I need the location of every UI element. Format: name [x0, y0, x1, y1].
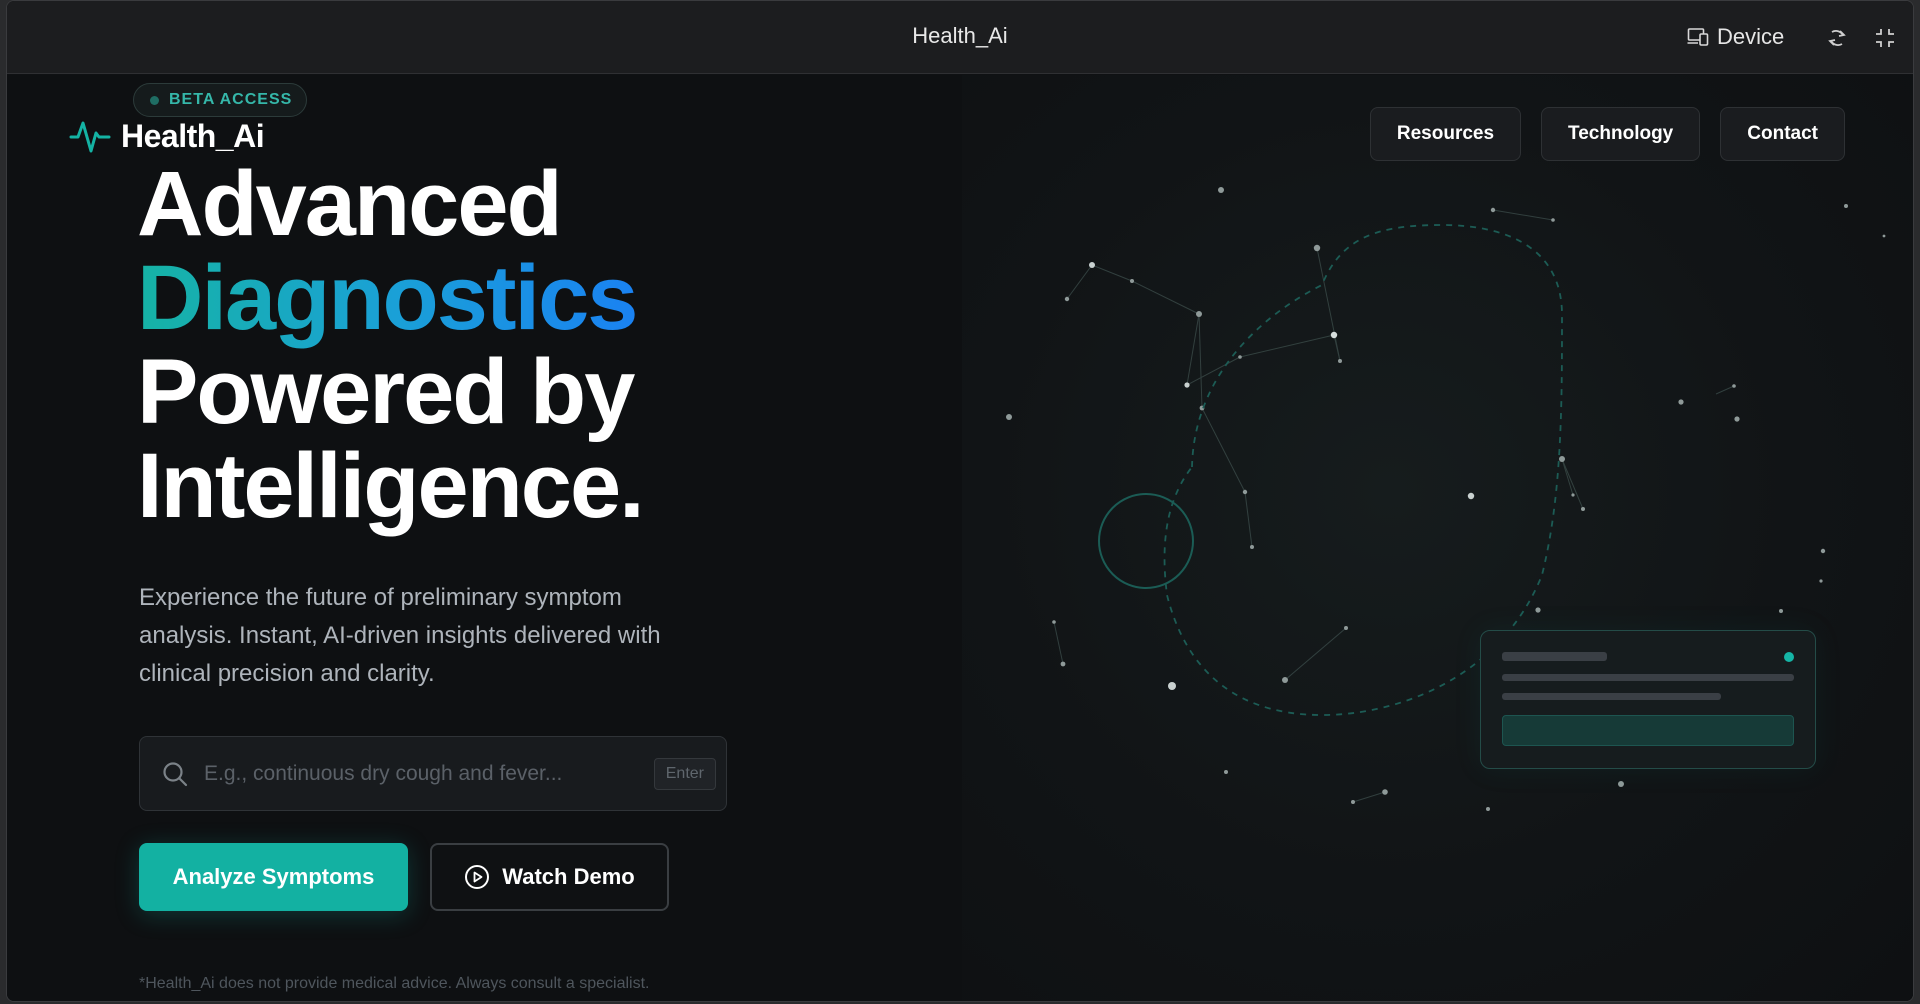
device-label: Device	[1717, 24, 1785, 49]
play-circle-icon	[465, 865, 490, 889]
card-action-bar	[1502, 715, 1794, 746]
exit-fullscreen-button[interactable]	[1870, 23, 1900, 53]
hero-headline: Advanced Diagnostics Powered by Intellig…	[137, 157, 937, 533]
headline-line-3: Powered by	[137, 341, 635, 443]
pulse-icon	[69, 121, 111, 153]
analysis-preview-card	[1480, 630, 1816, 769]
analyze-symptoms-button[interactable]: Analyze Symptoms	[139, 843, 408, 911]
medical-disclaimer: *Health_Ai does not provide medical advi…	[139, 975, 650, 992]
headline-highlight: Diagnostics	[137, 247, 638, 349]
browser-window: Health_Ai Device BETA ACCESS Health_Ai R…	[6, 0, 1914, 1002]
card-status-dot	[1784, 652, 1794, 662]
device-icon	[1687, 28, 1709, 46]
card-title-bar	[1502, 652, 1607, 661]
symptom-search-input[interactable]	[202, 760, 640, 787]
title-bar: Health_Ai Device	[7, 1, 1913, 74]
rotate-button[interactable]	[1822, 23, 1852, 53]
search-icon	[163, 761, 188, 786]
watch-demo-button[interactable]: Watch Demo	[430, 843, 669, 911]
neural-network-illustration	[1006, 187, 1886, 811]
card-line-2	[1502, 693, 1721, 700]
badge-dot	[150, 95, 159, 105]
enter-key-hint: Enter	[653, 757, 716, 790]
exit-fullscreen-icon	[1876, 29, 1894, 47]
headline-line-1: Advanced	[137, 153, 563, 255]
badge-label: BETA ACCESS	[169, 91, 293, 108]
watch-demo-label: Watch Demo	[502, 864, 635, 889]
card-line-1	[1502, 674, 1794, 681]
hero-description: Experience the future of preliminary sym…	[139, 584, 661, 687]
focus-ring	[1098, 493, 1194, 589]
symptom-search-box: Enter	[139, 736, 727, 811]
headline-line-4: Intelligence.	[137, 435, 645, 537]
device-toggle[interactable]: Device	[1687, 21, 1784, 53]
rotate-icon	[1828, 30, 1846, 46]
brand-name: Health_Ai	[121, 117, 265, 154]
analyze-symptoms-label: Analyze Symptoms	[172, 864, 375, 889]
window-title: Health_Ai	[912, 23, 1008, 48]
